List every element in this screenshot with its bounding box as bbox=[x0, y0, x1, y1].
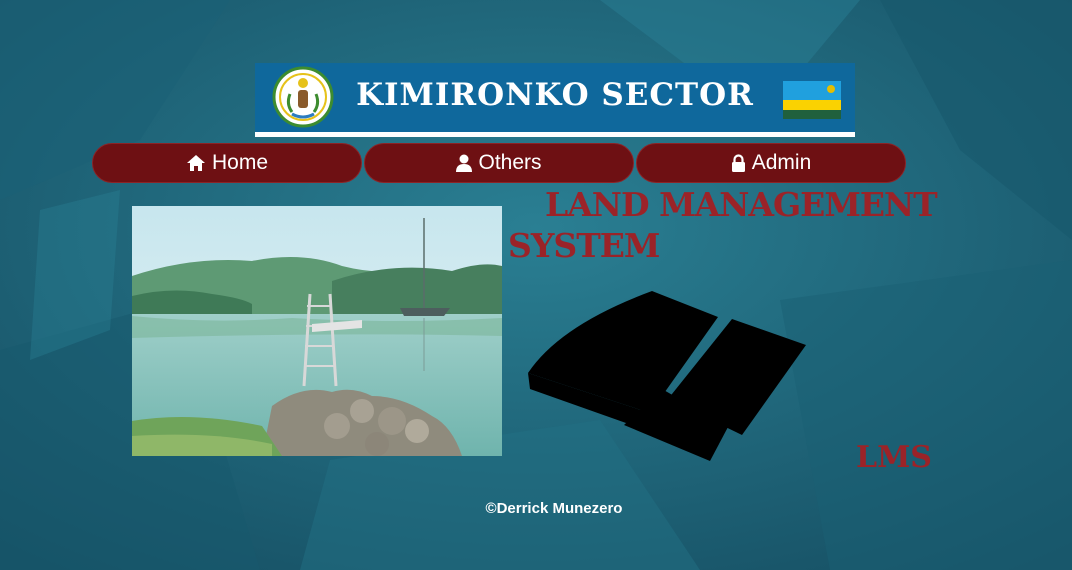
header-banner: KIMIRONKO SECTOR bbox=[255, 63, 855, 137]
lms-abbreviation: LMS bbox=[856, 440, 932, 475]
home-icon bbox=[186, 154, 206, 172]
lock-icon bbox=[731, 154, 746, 172]
nav-admin-button[interactable]: Admin bbox=[636, 143, 906, 183]
site-title: KIMIRONKO SECTOR bbox=[356, 77, 754, 113]
lms-title-line2: SYSTEM bbox=[508, 226, 660, 265]
lake-photo bbox=[132, 206, 502, 456]
land-parcels-graphic bbox=[528, 291, 806, 461]
nav-others-label: Others bbox=[478, 151, 542, 174]
nav-admin-label: Admin bbox=[751, 151, 812, 174]
footer-copyright: ©Derrick Munezero bbox=[485, 500, 623, 517]
nav-home-button[interactable]: Home bbox=[92, 143, 362, 183]
rwanda-flag-icon bbox=[783, 81, 841, 119]
user-icon bbox=[456, 154, 473, 172]
lms-title-line1: LAND MANAGEMENT bbox=[545, 185, 938, 224]
nav-others-button[interactable]: Others bbox=[364, 143, 634, 183]
nav-home-label: Home bbox=[211, 151, 269, 174]
